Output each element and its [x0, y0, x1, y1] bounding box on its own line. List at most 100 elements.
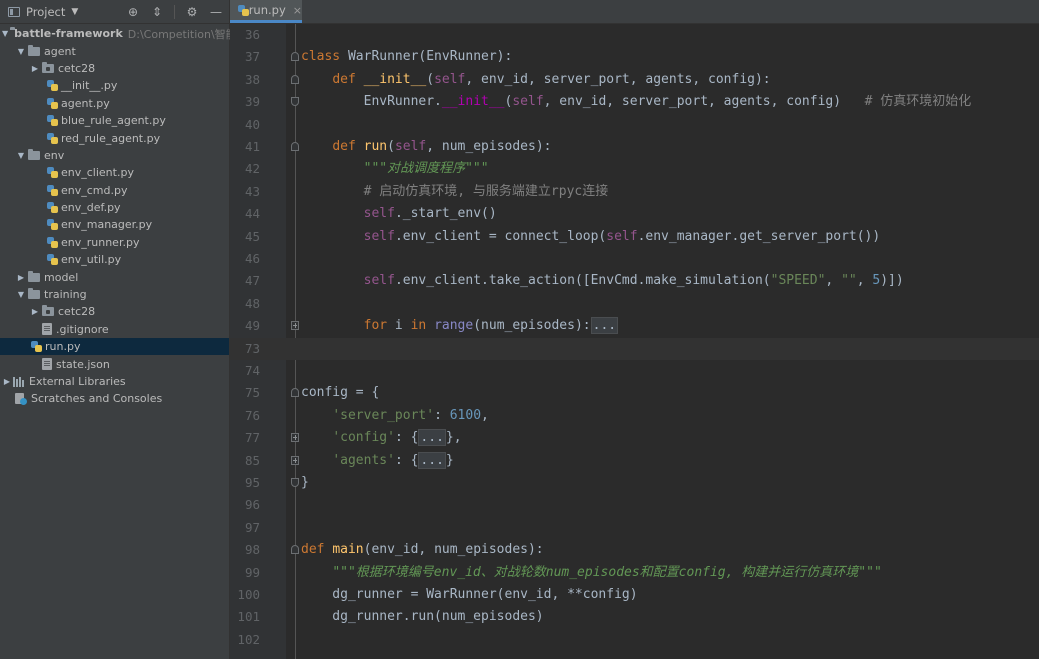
code-line[interactable]: 85 'agents': {...}: [230, 450, 1039, 472]
tree-item-run-py[interactable]: run.py: [0, 338, 229, 356]
code-line[interactable]: 100 dg_runner = WarRunner(env_id, **conf…: [230, 584, 1039, 606]
collapse-fold-icon[interactable]: [291, 52, 299, 62]
code-line[interactable]: 47 self.env_client.take_action([EnvCmd.m…: [230, 270, 1039, 292]
tree-item-init-py[interactable]: __init__.py: [0, 77, 229, 94]
python-file-icon: [31, 341, 42, 353]
collapse-fold-icon[interactable]: [291, 545, 299, 555]
chevron-right-icon[interactable]: ▶: [30, 64, 40, 73]
tree-item-env[interactable]: ▼ env: [0, 147, 229, 164]
collapse-fold-icon[interactable]: [291, 74, 299, 84]
chevron-down-icon[interactable]: ▼: [2, 29, 8, 38]
tree-item-env-util-py[interactable]: env_util.py: [0, 251, 229, 268]
code-text: """根据环境编号env_id、对战轮数num_episodes和配置confi…: [332, 564, 882, 580]
chevron-down-icon[interactable]: ▼: [16, 47, 26, 56]
code-line[interactable]: 75 config = {: [230, 382, 1039, 404]
code-text: def main(env_id, num_episodes):: [301, 542, 544, 558]
code-line[interactable]: 37 class WarRunner(EnvRunner):: [230, 46, 1039, 68]
collapse-all-icon[interactable]: ⇕: [150, 5, 164, 19]
file-icon: [42, 358, 52, 371]
chevron-right-icon[interactable]: ▶: [2, 377, 12, 386]
tree-item-env-manager-py[interactable]: env_manager.py: [0, 216, 229, 233]
code-line[interactable]: 43 # 启动仿真环境, 与服务端建立rpyc连接: [230, 181, 1039, 203]
gear-icon[interactable]: ⚙: [185, 5, 199, 19]
tree-item-label: .gitignore: [56, 322, 109, 336]
tree-item-state-json[interactable]: state.json: [0, 355, 229, 372]
project-panel-title[interactable]: Project: [26, 5, 65, 19]
line-number: 95: [244, 475, 260, 490]
code-line[interactable]: 41 def run(self, num_episodes):: [230, 136, 1039, 158]
line-number: 102: [237, 631, 260, 647]
expand-fold-icon[interactable]: [291, 321, 299, 331]
code-editor[interactable]: 36 37 class WarRunner(EnvRunner): 38 def __…: [230, 24, 1039, 659]
code-line[interactable]: 96: [230, 494, 1039, 516]
chevron-right-icon[interactable]: ▶: [30, 307, 40, 316]
minimize-icon[interactable]: —: [209, 5, 223, 19]
tree-item-model[interactable]: ▶ model: [0, 268, 229, 285]
project-tree: ▼ battle-framework D:\Competition\智能 ▼ ag…: [0, 25, 237, 408]
line-number: 44: [244, 206, 260, 222]
code-line[interactable]: 101 dg_runner.run(num_episodes): [230, 606, 1039, 628]
locate-icon[interactable]: ⊕: [126, 5, 140, 19]
scratch-icon: [15, 392, 28, 405]
code-line[interactable]: 102: [230, 629, 1039, 651]
collapse-fold-icon[interactable]: [291, 97, 299, 107]
tree-item-label: env_client.py: [61, 166, 134, 180]
tree-item-cetc28[interactable]: ▶ cetc28: [0, 60, 229, 77]
tree-item-env-runner-py[interactable]: env_runner.py: [0, 234, 229, 251]
folder-icon: [28, 270, 40, 282]
code-line[interactable]: 45 self.env_client = connect_loop(self.e…: [230, 226, 1039, 248]
collapse-fold-icon[interactable]: [291, 478, 299, 487]
tree-item-env-def-py[interactable]: env_def.py: [0, 199, 229, 216]
package-icon: [42, 61, 54, 73]
code-line[interactable]: 97: [230, 517, 1039, 539]
line-number: 101: [237, 609, 260, 625]
chevron-down-icon[interactable]: ▼: [16, 151, 26, 160]
code-line[interactable]: 38 def __init__(self, env_id, server_por…: [230, 69, 1039, 91]
tree-item-red-rule-agent-py[interactable]: red_rule_agent.py: [0, 129, 229, 146]
chevron-down-icon[interactable]: ▼: [71, 7, 78, 17]
line-number: 49: [244, 318, 260, 334]
tree-item-env-cmd-py[interactable]: env_cmd.py: [0, 182, 229, 199]
python-file-icon: [47, 97, 58, 109]
code-line[interactable]: 98 def main(env_id, num_episodes):: [230, 539, 1039, 561]
tree-item-scratches-and-consoles[interactable]: Scratches and Consoles: [0, 390, 229, 407]
code-line[interactable]: 39 EnvRunner.__init__(self, env_id, serv…: [230, 91, 1039, 113]
tab-run-py[interactable]: run.py ×: [230, 0, 302, 23]
code-line[interactable]: 76 'server_port': 6100,: [230, 405, 1039, 427]
project-icon: [8, 6, 20, 17]
tree-item-gitignore[interactable]: .gitignore: [0, 321, 229, 338]
code-line[interactable]: 49 for i in range(num_episodes):...: [230, 315, 1039, 337]
tree-item-blue-rule-agent-py[interactable]: blue_rule_agent.py: [0, 112, 229, 129]
code-line[interactable]: 44 self._start_env(): [230, 203, 1039, 225]
code-line[interactable]: 40: [230, 114, 1039, 136]
code-line[interactable]: 74: [230, 360, 1039, 382]
code-line[interactable]: 42 """对战调度程序""": [230, 158, 1039, 180]
tree-item-env-client-py[interactable]: env_client.py: [0, 164, 229, 181]
code-line[interactable]: 77 'config': {...},: [230, 427, 1039, 449]
collapse-fold-icon[interactable]: [291, 142, 299, 151]
tree-item-external-libraries[interactable]: ▶ External Libraries: [0, 373, 229, 390]
tree-root[interactable]: ▼ battle-framework D:\Competition\智能: [0, 25, 237, 42]
code-line[interactable]: 36: [230, 24, 1039, 46]
tree-item-cetc28[interactable]: ▶ cetc28: [0, 303, 229, 320]
code-line[interactable]: 73: [230, 337, 1039, 360]
code-line[interactable]: 48: [230, 293, 1039, 315]
package-icon: [42, 305, 54, 317]
close-icon[interactable]: ×: [293, 4, 302, 17]
collapse-fold-icon[interactable]: [291, 388, 299, 398]
line-number: 42: [244, 161, 260, 177]
tree-item-agent-py[interactable]: agent.py: [0, 95, 229, 112]
chevron-down-icon[interactable]: ▼: [16, 290, 26, 299]
chevron-right-icon[interactable]: ▶: [16, 273, 26, 282]
library-icon: [13, 376, 26, 387]
tree-item-agent[interactable]: ▼ agent: [0, 42, 229, 59]
expand-fold-icon[interactable]: [291, 433, 299, 443]
tree-item-label: __init__.py: [61, 79, 118, 93]
code-line[interactable]: 95}: [230, 472, 1039, 494]
python-file-icon: [47, 236, 58, 248]
expand-fold-icon[interactable]: [291, 455, 299, 465]
code-line[interactable]: 99 """根据环境编号env_id、对战轮数num_episodes和配置co…: [230, 562, 1039, 584]
tree-item-training[interactable]: ▼ training: [0, 286, 229, 303]
code-line[interactable]: 46: [230, 248, 1039, 270]
line-number: 40: [244, 116, 260, 132]
